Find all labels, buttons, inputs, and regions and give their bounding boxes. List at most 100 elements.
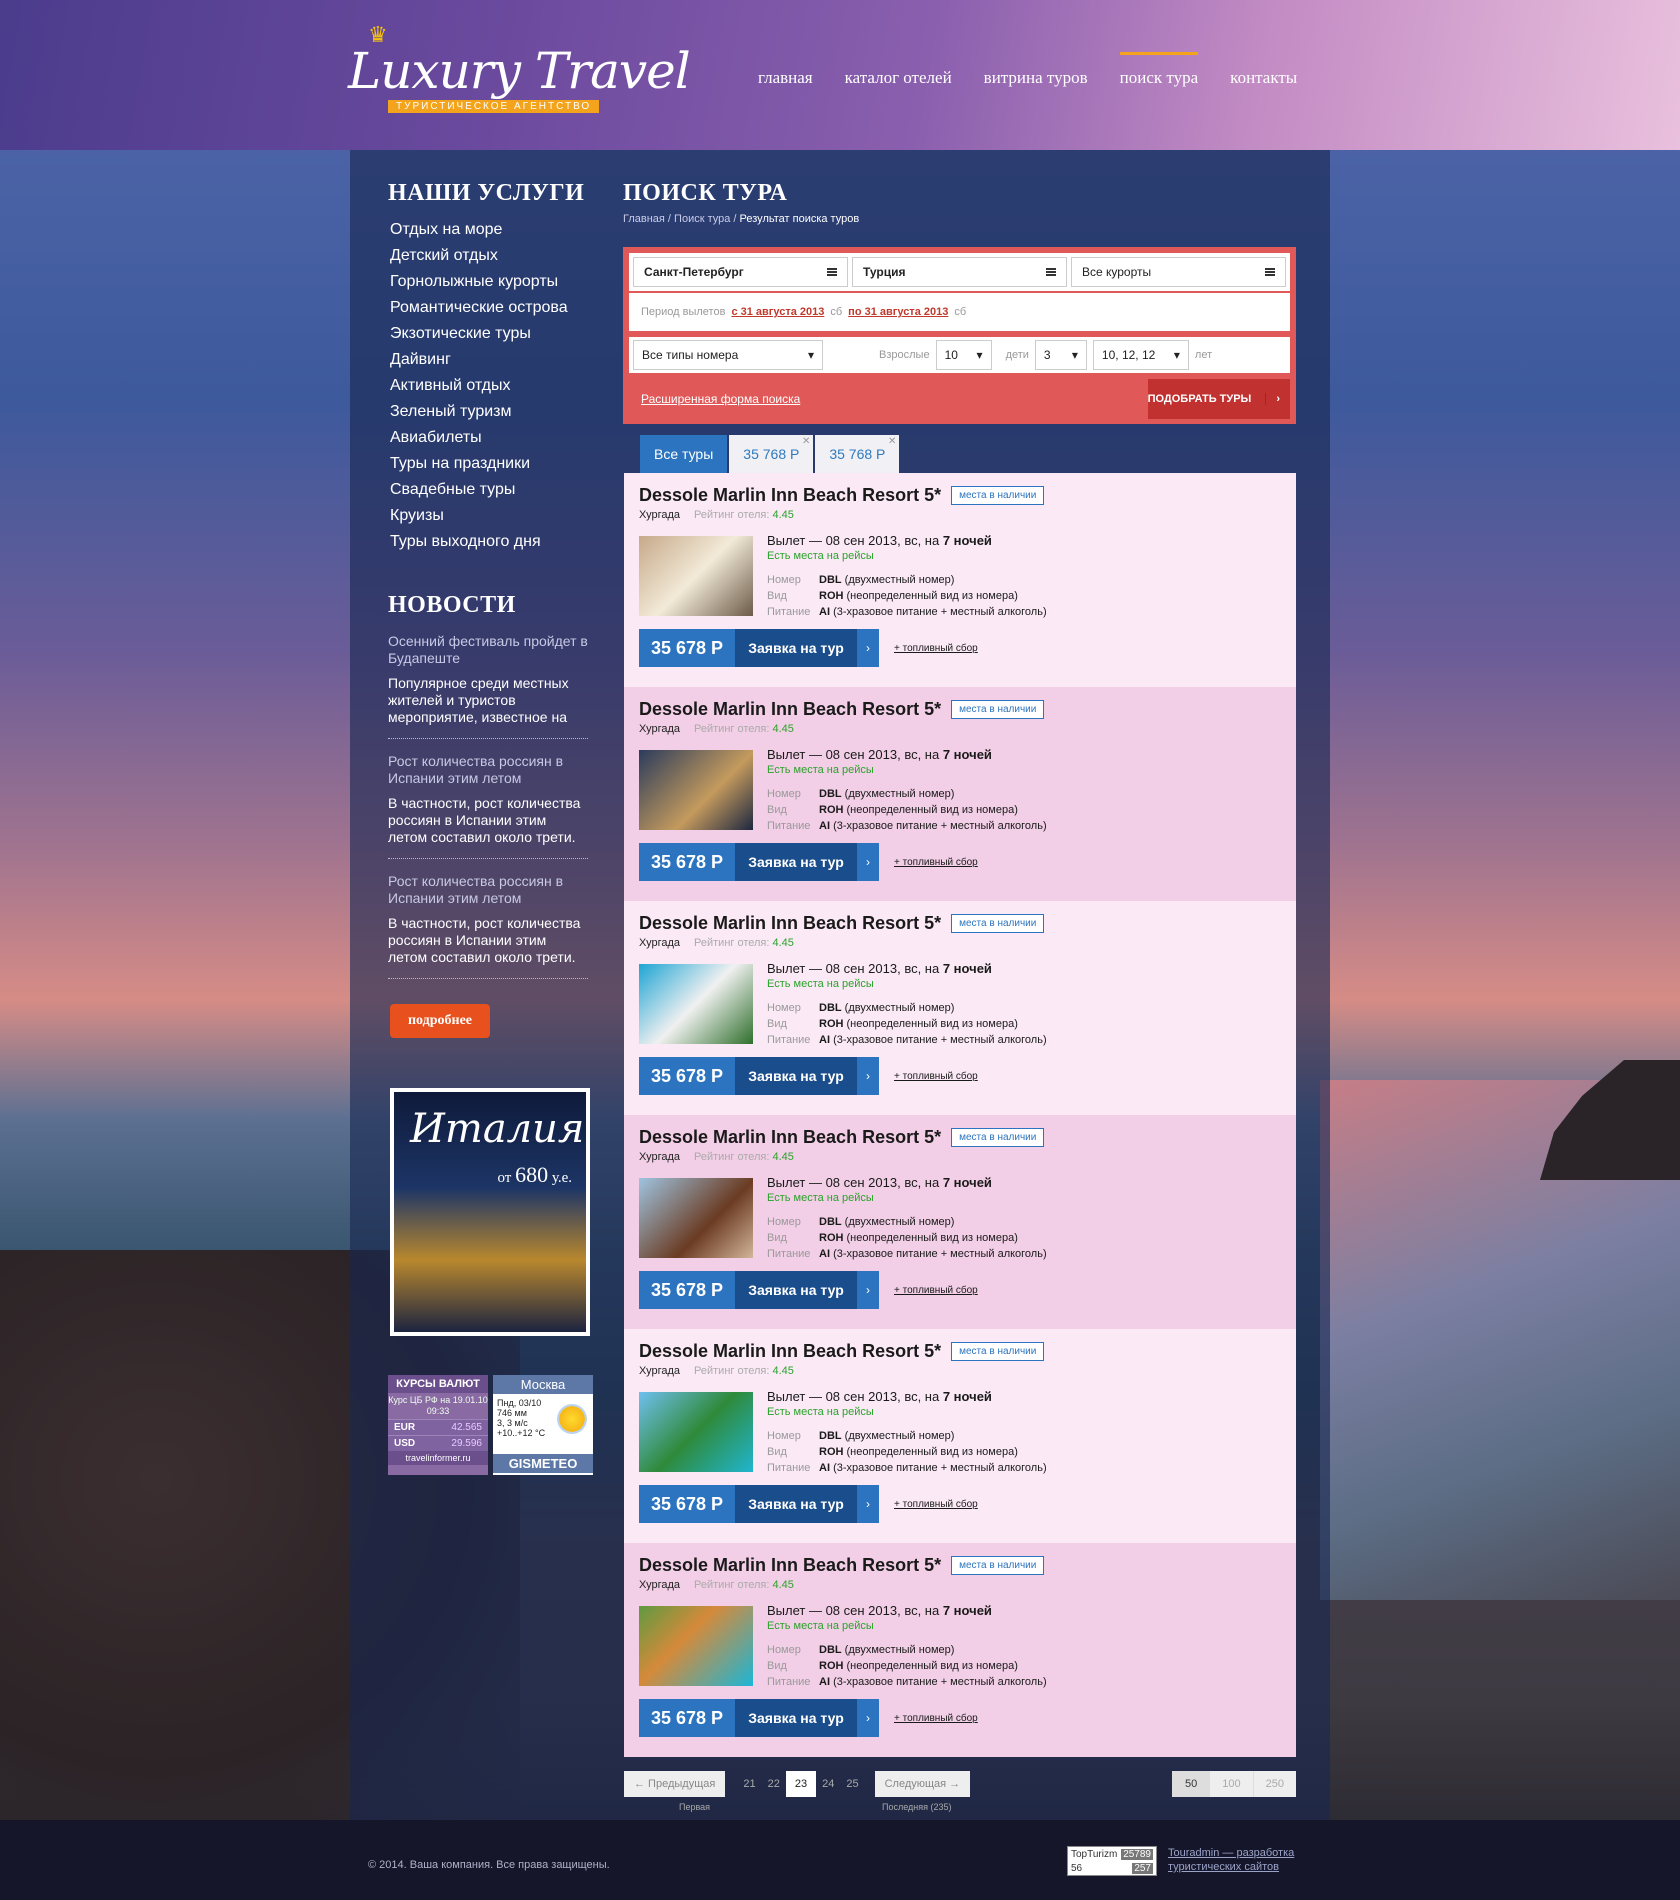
visit-counter[interactable]: TopTurizm 25789 56 257 (1067, 1846, 1157, 1876)
hotel-name[interactable]: Dessole Marlin Inn Beach Resort 5* (639, 913, 941, 934)
hotel-photo[interactable] (639, 1606, 753, 1686)
service-item[interactable]: Круизы (388, 503, 598, 529)
service-item[interactable]: Свадебные туры (388, 477, 598, 503)
children-select[interactable]: 3 ▾ (1034, 340, 1087, 370)
service-item[interactable]: Детский отдых (388, 243, 598, 269)
service-item[interactable]: Туры на праздники (388, 451, 598, 477)
hotel-photo[interactable] (639, 536, 753, 616)
page-size-switcher: 50 100 250 (1172, 1771, 1296, 1797)
italy-promo-banner[interactable]: Италия от 680 у.е. (390, 1088, 590, 1336)
page-link[interactable]: 25 (840, 1778, 864, 1790)
currency-row: EUR 42.565 (388, 1419, 488, 1435)
adults-select[interactable]: 10 ▾ (935, 340, 992, 370)
tab-saved-price[interactable]: 35 768 Р ✕ (729, 435, 814, 473)
search-submit-button[interactable]: ПОДОБРАТЬ ТУРЫ › (1148, 379, 1290, 419)
page-link-current[interactable]: 23 (785, 1771, 817, 1797)
next-page-button[interactable]: Следующая → (874, 1771, 971, 1797)
period-label: Период вылетов (641, 306, 726, 318)
tour-details: Вылет — 08 сен 2013, вс, на 7 ночей Есть … (767, 533, 1047, 620)
developer-link[interactable]: Touradmin — разработка туристических сай… (1168, 1846, 1294, 1874)
site-logo[interactable]: ♛ Luxury Travel ТУРИСТИЧЕСКОЕ АГЕНТСТВО (348, 22, 691, 118)
close-icon[interactable]: ✕ (802, 423, 810, 461)
hotel-photo[interactable] (639, 1178, 753, 1258)
resort-select[interactable]: Все курорты (1071, 257, 1286, 287)
room-type-select[interactable]: Все типы номера ▾ (633, 340, 823, 370)
page-link[interactable]: 22 (762, 1778, 786, 1790)
service-item[interactable]: Зеленый туризм (388, 399, 598, 425)
hotel-name[interactable]: Dessole Marlin Inn Beach Resort 5* (639, 1341, 941, 1362)
fuel-surcharge-link[interactable]: + топливный сбор (894, 643, 978, 654)
first-page-link[interactable]: Первая (679, 1802, 710, 1812)
service-item[interactable]: Авиабилеты (388, 425, 598, 451)
flight-info: Вылет — 08 сен 2013, вс, на 7 ночей (767, 1389, 1047, 1404)
fuel-surcharge-link[interactable]: + топливный сбор (894, 1071, 978, 1082)
service-item[interactable]: Дайвинг (388, 347, 598, 373)
last-page-link[interactable]: Последняя (235) (882, 1802, 952, 1812)
prev-page-button[interactable]: ← Предыдущая (624, 1771, 726, 1797)
tab-saved-price[interactable]: 35 768 Р ✕ (815, 435, 900, 473)
order-button[interactable]: 35 678 Р Заявка на тур › (639, 1485, 879, 1523)
service-item[interactable]: Экзотические туры (388, 321, 598, 347)
date-to-picker[interactable]: по 31 августа 2013 (848, 306, 948, 318)
nav-tour-showcase[interactable]: витрина туров (984, 68, 1088, 88)
service-item[interactable]: Отдых на море (388, 217, 598, 243)
news-headline[interactable]: Осенний фестиваль пройдет в Будапеште (388, 633, 588, 667)
page-size-option[interactable]: 100 (1209, 1771, 1253, 1797)
service-item[interactable]: Активный отдых (388, 373, 598, 399)
news-text: В частности, рост количества россиян в И… (388, 795, 581, 845)
fuel-surcharge-link[interactable]: + топливный сбор (894, 1285, 978, 1296)
fuel-surcharge-link[interactable]: + топливный сбор (894, 1499, 978, 1510)
flight-text: Вылет — 08 сен 2013, вс, на (767, 961, 940, 976)
tour-price: 35 678 Р (639, 1057, 735, 1095)
news-headline[interactable]: Рост количества россиян в Испании этим л… (388, 753, 588, 787)
fuel-surcharge-link[interactable]: + топливный сбор (894, 857, 978, 868)
page-size-option[interactable]: 250 (1252, 1771, 1296, 1797)
nav-home[interactable]: главная (758, 68, 813, 88)
order-button[interactable]: 35 678 Р Заявка на тур › (639, 1057, 879, 1095)
fuel-surcharge-link[interactable]: + топливный сбор (894, 1713, 978, 1724)
tour-search-form: Санкт-Петербург Турция Все курорты Перио… (623, 247, 1296, 424)
breadcrumb-home[interactable]: Главная (623, 213, 665, 225)
hotel-name[interactable]: Dessole Marlin Inn Beach Resort 5* (639, 1127, 941, 1148)
hotel-name[interactable]: Dessole Marlin Inn Beach Resort 5* (639, 699, 941, 720)
page-link[interactable]: 21 (737, 1778, 761, 1790)
tab-all-tours[interactable]: Все туры (640, 435, 728, 473)
close-icon[interactable]: ✕ (888, 423, 896, 461)
news-headline[interactable]: Рост количества россиян в Испании этим л… (388, 873, 588, 907)
currency-widget[interactable]: КУРСЫ ВАЛЮТ Курс ЦБ РФ на 19.01.10 09:33… (388, 1375, 488, 1475)
services-title: НАШИ УСЛУГИ (388, 180, 585, 206)
rating-label: Рейтинг отеля: (694, 1579, 770, 1591)
weather-widget[interactable]: Москва Пнд, 03/10 746 мм 3, 3 м/с +10..+… (493, 1375, 593, 1475)
flight-info: Вылет — 08 сен 2013, вс, на 7 ночей (767, 1175, 1047, 1190)
children-ages-select[interactable]: 10, 12, 12 ▾ (1092, 340, 1189, 370)
page-size-option[interactable]: 50 (1172, 1771, 1210, 1797)
departure-city-select[interactable]: Санкт-Петербург (633, 257, 848, 287)
hotel-photo[interactable] (639, 750, 753, 830)
page-link[interactable]: 24 (816, 1778, 840, 1790)
order-button[interactable]: 35 678 Р Заявка на тур › (639, 843, 879, 881)
hotel-location: Хургада Рейтинг отеля: 4.45 (639, 937, 1281, 949)
more-button[interactable]: подробнее (390, 1004, 490, 1038)
availability-badge: места в наличии (951, 1342, 1045, 1361)
nav-hotel-catalog[interactable]: каталог отелей (845, 68, 952, 88)
service-item[interactable]: Туры выходного дня (388, 529, 598, 555)
hotel-photo[interactable] (639, 1392, 753, 1472)
hotel-name[interactable]: Dessole Marlin Inn Beach Resort 5* (639, 485, 941, 506)
order-button[interactable]: 35 678 Р Заявка на тур › (639, 629, 879, 667)
hotel-photo[interactable] (639, 964, 753, 1044)
order-button[interactable]: 35 678 Р Заявка на тур › (639, 1699, 879, 1737)
tour-price: 35 678 Р (639, 1271, 735, 1309)
view-code: ROH (819, 804, 844, 816)
advanced-search-link[interactable]: Расширенная форма поиска (629, 392, 800, 406)
hotel-name[interactable]: Dessole Marlin Inn Beach Resort 5* (639, 1555, 941, 1576)
date-from-picker[interactable]: с 31 августа 2013 (731, 306, 824, 318)
service-item[interactable]: Горнолыжные курорты (388, 269, 598, 295)
country-select[interactable]: Турция (852, 257, 1067, 287)
adults-value: 10 (944, 348, 958, 362)
nav-contacts[interactable]: контакты (1230, 68, 1297, 88)
order-button[interactable]: 35 678 Р Заявка на тур › (639, 1271, 879, 1309)
nav-tour-search[interactable]: поиск тура (1119, 52, 1198, 88)
service-item[interactable]: Романтические острова (388, 295, 598, 321)
meal-desc: (3-хразовое питание + местный алкоголь) (833, 606, 1047, 618)
breadcrumb-search[interactable]: Поиск тура (674, 213, 730, 225)
